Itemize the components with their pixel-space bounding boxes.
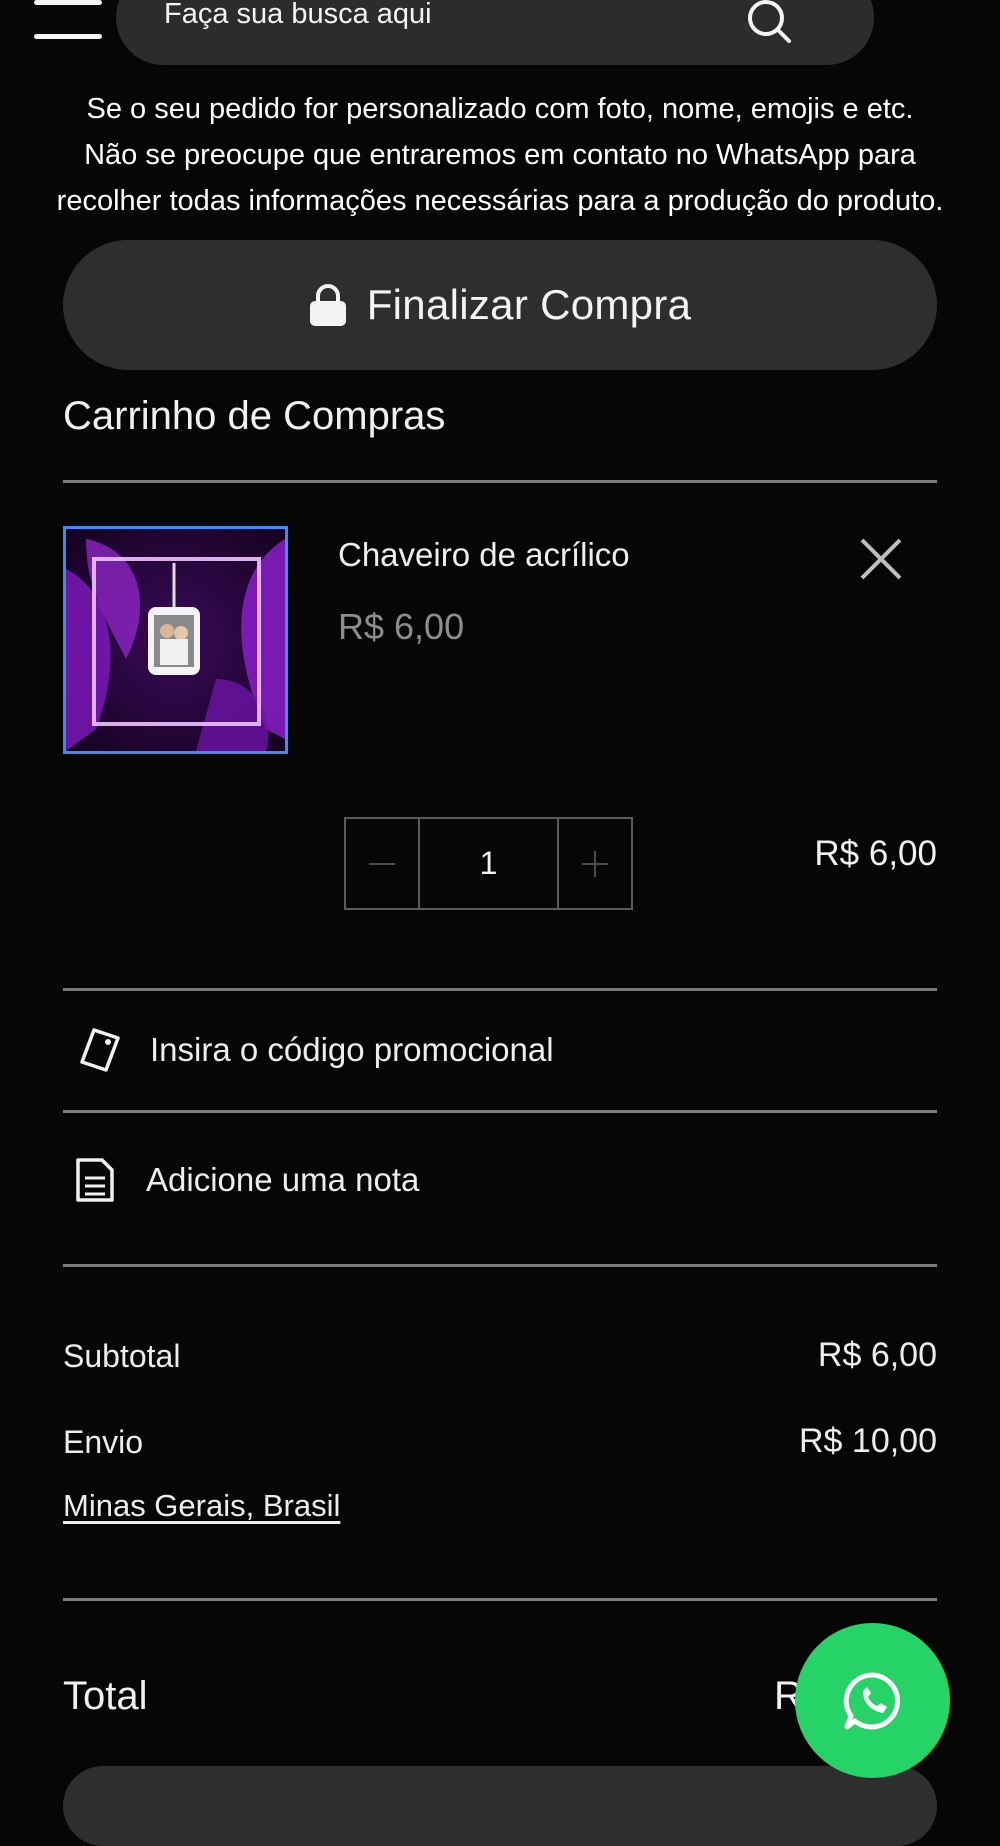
shipping-location-link[interactable]: Minas Gerais, Brasil	[63, 1488, 340, 1524]
checkout-button[interactable]: Finalizar Compra	[63, 240, 937, 370]
cart-title: Carrinho de Compras	[63, 394, 446, 438]
subtotal-value: R$ 6,00	[817, 1336, 937, 1374]
divider	[63, 1598, 937, 1601]
shipping-value: R$ 10,00	[799, 1422, 937, 1460]
increment-button[interactable]	[559, 819, 631, 908]
whatsapp-icon	[843, 1671, 900, 1729]
minus-icon	[369, 862, 395, 865]
menu-icon[interactable]	[34, 0, 104, 44]
divider	[63, 1264, 937, 1267]
lock-icon	[309, 284, 346, 326]
search-icon[interactable]	[746, 0, 792, 44]
whatsapp-button[interactable]	[795, 1623, 950, 1778]
personalization-notice: Se o seu pedido for personalizado com fo…	[56, 93, 944, 217]
item-line-total: R$ 6,00	[814, 834, 937, 873]
add-note-link[interactable]: Adicione uma nota	[76, 1158, 419, 1202]
quantity-input[interactable]: 1	[418, 819, 559, 908]
tag-icon	[80, 1028, 120, 1072]
add-note-label: Adicione uma nota	[146, 1161, 420, 1198]
close-icon[interactable]	[858, 536, 904, 582]
product-image[interactable]	[63, 526, 288, 754]
decrement-button[interactable]	[346, 819, 418, 908]
divider	[63, 988, 937, 991]
divider	[63, 480, 937, 483]
plus-icon	[582, 850, 608, 877]
quantity-stepper[interactable]: 1	[344, 817, 633, 910]
bottom-button-peek[interactable]	[63, 1766, 937, 1846]
divider	[63, 1110, 937, 1113]
note-icon	[76, 1158, 114, 1202]
shipping-label: Envio	[63, 1424, 144, 1460]
search-input[interactable]: Faça sua busca aqui	[164, 0, 432, 29]
keychain-photo	[66, 529, 285, 751]
subtotal-label: Subtotal	[63, 1338, 181, 1374]
checkout-button-label: Finalizar Compra	[366, 281, 692, 328]
promo-code-label: Insira o código promocional	[150, 1031, 554, 1068]
promo-code-link[interactable]: Insira o código promocional	[78, 1026, 554, 1074]
total-label: Total	[63, 1674, 148, 1718]
item-name[interactable]: Chaveiro de acrílico	[338, 536, 630, 574]
search-bar[interactable]: Faça sua busca aqui	[116, 0, 874, 65]
item-price: R$ 6,00	[338, 606, 465, 647]
